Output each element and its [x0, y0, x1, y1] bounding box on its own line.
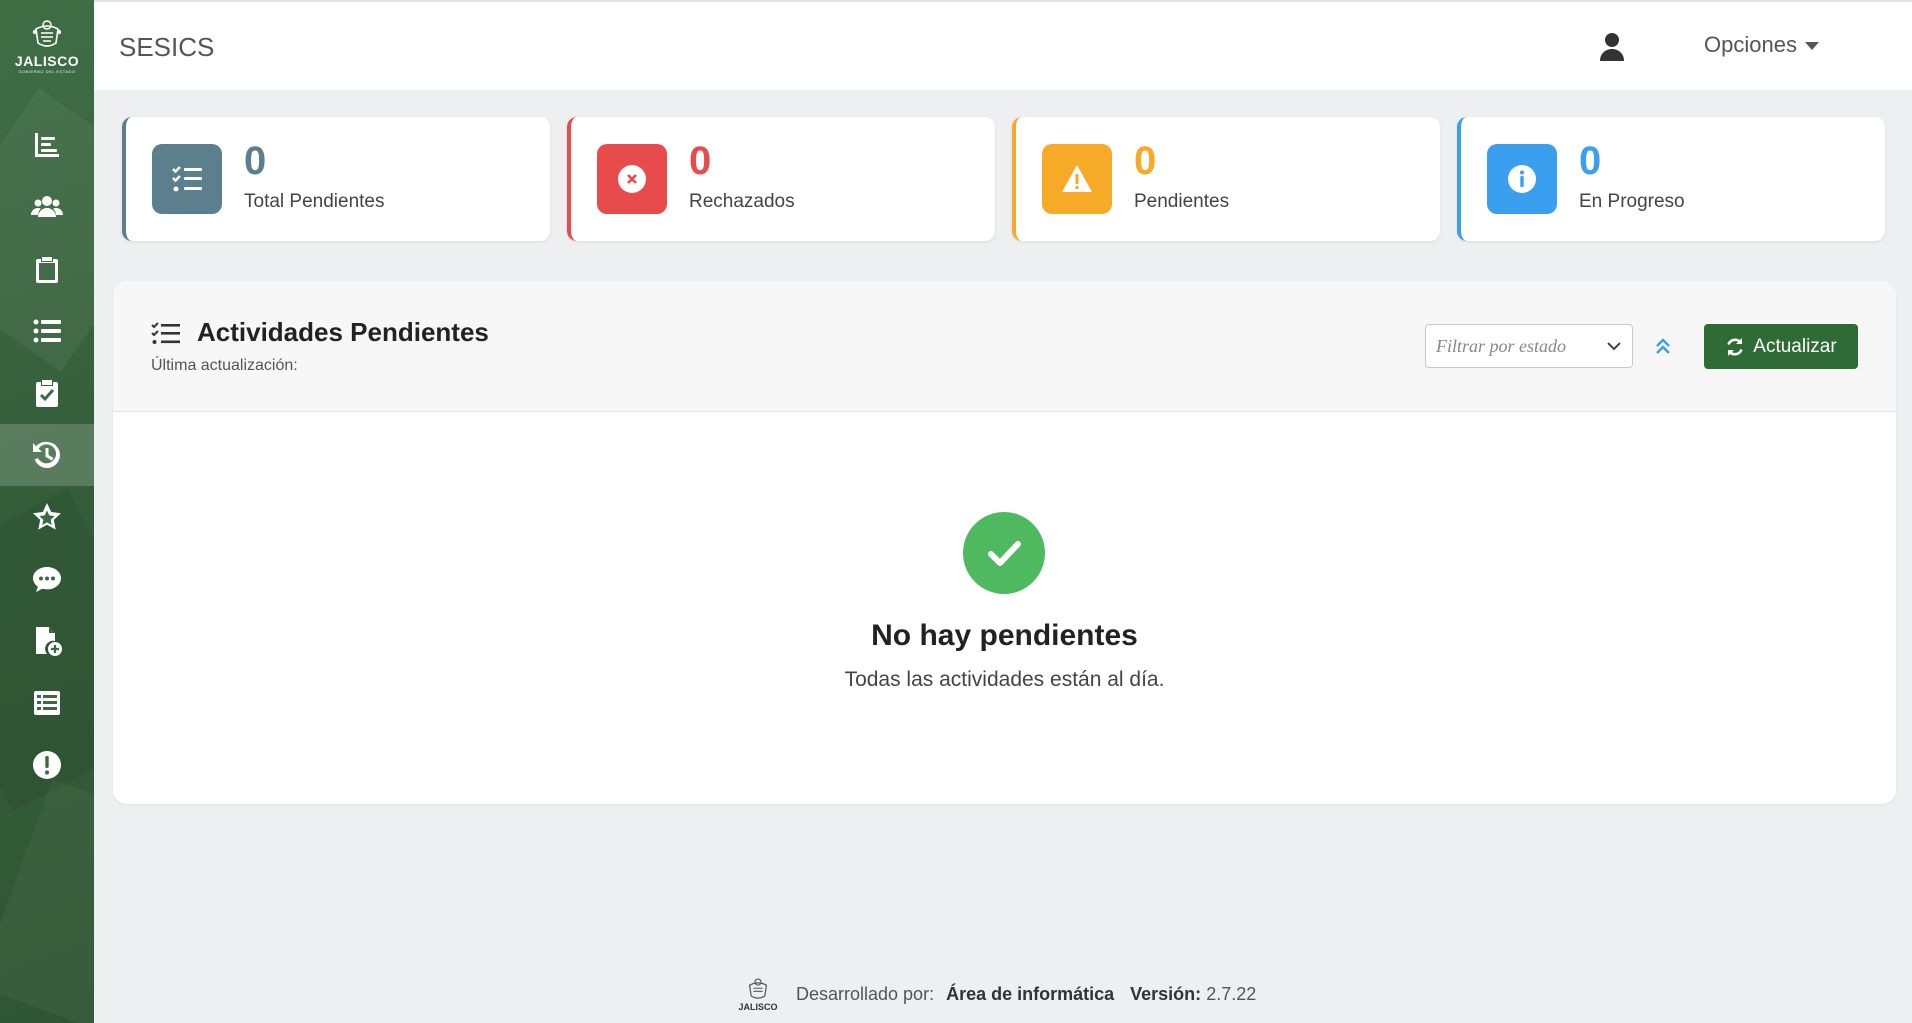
check-circle-icon	[963, 512, 1045, 594]
sidebar-item-messages[interactable]	[0, 548, 94, 610]
sidebar-item-new-document[interactable]	[0, 610, 94, 672]
status-filter-placeholder: Filtrar por estado	[1436, 335, 1567, 356]
logo-subtext: GOBIERNO DEL ESTADO	[18, 68, 76, 74]
stat-badge	[1487, 144, 1557, 214]
options-menu[interactable]: Opciones	[1704, 32, 1819, 58]
options-label: Opciones	[1704, 32, 1797, 57]
empty-state: No hay pendientes Todas las actividades …	[113, 412, 1896, 804]
logo-text: JALISCO	[14, 52, 80, 69]
checkmark-icon	[988, 541, 1021, 566]
sidebar-item-tasks[interactable]	[0, 362, 94, 424]
stat-card-pending[interactable]: 0 Pendientes	[1012, 117, 1440, 241]
sidebar-item-list[interactable]	[0, 300, 94, 362]
top-header: SESICS Opciones	[94, 0, 1912, 90]
stat-badge	[1042, 144, 1112, 214]
crest-icon	[748, 978, 768, 999]
panel-title: Actividades Pendientes	[197, 317, 489, 347]
sidebar-item-clipboard[interactable]	[0, 238, 94, 300]
stat-count: 0	[1134, 139, 1157, 183]
stat-label: Rechazados	[689, 191, 795, 212]
stat-badge	[597, 144, 667, 214]
sidebar-item-users[interactable]	[0, 176, 94, 238]
file-add-icon	[36, 627, 62, 656]
chart-icon	[35, 133, 59, 157]
app-root: JALISCO GOBIERNO DEL ESTADO SESICS Opcio…	[0, 0, 1912, 1023]
sidebar-item-history[interactable]	[0, 424, 94, 486]
history-icon	[33, 441, 61, 468]
star-icon	[33, 503, 61, 530]
refresh-label: Actualizar	[1753, 335, 1837, 357]
chevron-down-icon	[1607, 342, 1621, 351]
stat-label: Pendientes	[1134, 191, 1230, 212]
clipboard-icon	[36, 257, 58, 283]
stat-card-in-progress[interactable]: 0 En Progreso	[1457, 117, 1885, 241]
panel-header: Actividades Pendientes Última actualizac…	[113, 281, 1896, 412]
version-label: Versión:	[1130, 983, 1202, 1004]
empty-state-message: Todas las actividades están al día.	[844, 668, 1165, 691]
app-title: SESICS	[119, 32, 215, 62]
checklist-icon	[172, 166, 202, 192]
version-info: Versión: 2.7.22	[1130, 984, 1256, 1005]
developed-by-label: Desarrollado por:	[796, 983, 935, 1004]
checklist-icon	[151, 322, 180, 344]
developer-name: Área de informática	[946, 983, 1115, 1004]
stat-count: 0	[1579, 139, 1602, 183]
stat-card-total[interactable]: 0 Total Pendientes	[122, 117, 550, 241]
empty-state-title: No hay pendientes	[871, 619, 1138, 652]
stat-count: 0	[689, 139, 712, 183]
alert-icon	[33, 751, 61, 779]
footer: JALISCO Desarrollado por: Área de inform…	[732, 972, 1256, 1016]
version-number: 2.7.22	[1206, 983, 1257, 1004]
collapse-button[interactable]	[1650, 333, 1676, 359]
clipboard-check-icon	[36, 380, 58, 407]
sidebar: JALISCO GOBIERNO DEL ESTADO	[0, 0, 94, 1023]
sidebar-item-alerts[interactable]	[0, 734, 94, 796]
footer-logo: JALISCO	[732, 972, 784, 1016]
close-circle-icon	[618, 165, 646, 193]
crest-icon	[32, 19, 62, 47]
sidebar-item-favorites[interactable]	[0, 486, 94, 548]
refresh-icon	[1727, 337, 1744, 356]
warning-icon	[1062, 165, 1092, 192]
caret-down-icon	[1804, 42, 1819, 50]
sidebar-item-table[interactable]	[0, 672, 94, 734]
sidebar-facet	[0, 779, 94, 1023]
jalisco-logo[interactable]: JALISCO GOBIERNO DEL ESTADO	[0, 4, 94, 86]
refresh-button[interactable]: Actualizar	[1704, 324, 1858, 369]
last-updated-label: Última actualización:	[151, 357, 298, 374]
table-list-icon	[34, 691, 60, 715]
stat-label: En Progreso	[1579, 191, 1685, 212]
stat-count: 0	[244, 139, 267, 183]
chat-icon	[33, 567, 61, 592]
stat-card-rejected[interactable]: 0 Rechazados	[567, 117, 995, 241]
users-icon	[31, 196, 63, 217]
list-icon	[33, 319, 61, 343]
double-chevron-up-icon	[1656, 338, 1670, 354]
status-filter-select[interactable]: Filtrar por estado	[1425, 324, 1633, 368]
sidebar-item-charts[interactable]	[0, 114, 94, 176]
footer-logo-text: JALISCO	[738, 1002, 778, 1012]
stat-badge	[152, 144, 222, 214]
stat-label: Total Pendientes	[244, 191, 385, 212]
sidebar-nav	[0, 114, 94, 796]
user-icon[interactable]	[1599, 32, 1625, 62]
info-icon	[1508, 165, 1536, 193]
activities-panel: Actividades Pendientes Última actualizac…	[113, 281, 1896, 804]
